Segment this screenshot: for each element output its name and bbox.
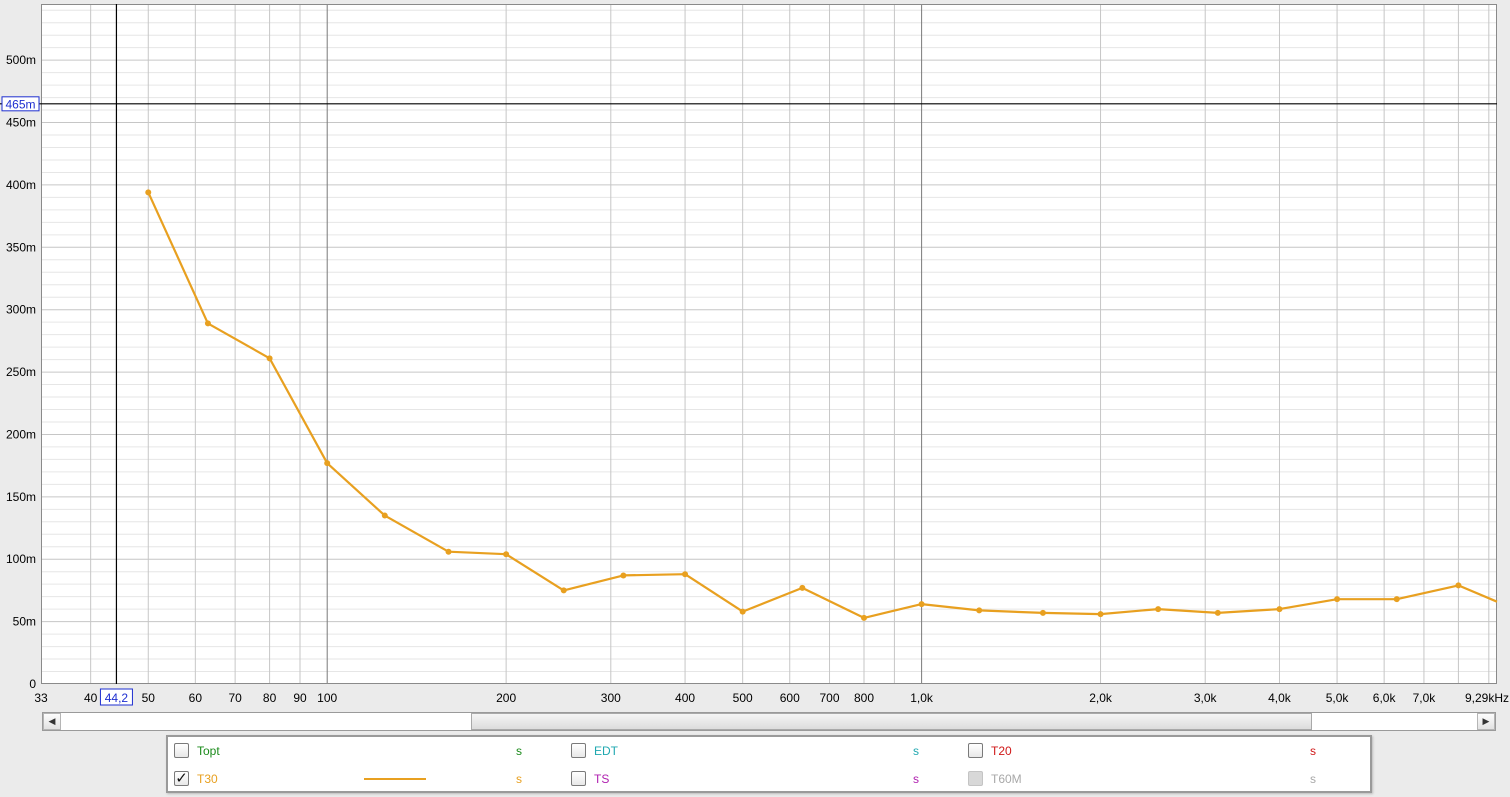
y-tick-label: 200m bbox=[6, 427, 36, 441]
plot-area bbox=[41, 4, 1497, 684]
legend-unit-edt: s bbox=[913, 744, 919, 758]
data-point-t30 bbox=[1097, 611, 1104, 618]
checkbox-t20[interactable] bbox=[968, 743, 983, 758]
x-tick-label: 100 bbox=[317, 691, 337, 705]
legend-item-t20[interactable]: T20 s bbox=[968, 741, 1348, 761]
legend-line-t30 bbox=[364, 778, 426, 780]
data-point-t30 bbox=[918, 601, 925, 608]
x-tick-label: 50 bbox=[142, 691, 156, 705]
legend-label-t30: T30 bbox=[197, 772, 218, 786]
data-point-t30 bbox=[1214, 609, 1221, 616]
legend-item-ts[interactable]: TS s bbox=[571, 769, 951, 789]
scroll-right-button[interactable]: ▶ bbox=[1477, 713, 1495, 730]
cursor-x-readout: 44,2 bbox=[105, 691, 129, 705]
x-tick-label: 7,0k bbox=[1413, 691, 1437, 705]
scroll-left-button[interactable]: ◀ bbox=[43, 713, 61, 730]
legend-unit-topt: s bbox=[516, 744, 522, 758]
y-tick-label: 300m bbox=[6, 303, 36, 317]
x-tick-label: 3,0k bbox=[1194, 691, 1218, 705]
data-point-t30 bbox=[1039, 609, 1046, 616]
data-point-t30 bbox=[1276, 606, 1283, 613]
data-point-t30 bbox=[861, 614, 868, 621]
legend-item-topt[interactable]: Topt s bbox=[174, 741, 554, 761]
reverb-time-chart[interactable]: 0 50m 100m 150m 200m 250m 300m 350m 400m 450m 500m… bbox=[0, 0, 1510, 710]
y-tick-label: 250m bbox=[6, 365, 36, 379]
legend-item-edt[interactable]: EDT s bbox=[571, 741, 951, 761]
legend-unit-t60m: s bbox=[1310, 772, 1316, 786]
x-tick-label: 6,0k bbox=[1373, 691, 1397, 705]
legend-panel: Topt s EDT s T20 s ✓ T30 s TS s T60M s bbox=[166, 735, 1372, 793]
x-tick-label: 800 bbox=[854, 691, 874, 705]
y-tick-label: 500m bbox=[6, 53, 36, 67]
x-tick-label: 400 bbox=[675, 691, 695, 705]
x-tick-label: 500 bbox=[733, 691, 753, 705]
x-tick-label: 70 bbox=[228, 691, 242, 705]
legend-label-t20: T20 bbox=[991, 744, 1012, 758]
x-tick-label: 300 bbox=[601, 691, 621, 705]
data-point-t30 bbox=[560, 587, 567, 594]
y-tick-label: 400m bbox=[6, 178, 36, 192]
data-point-t30 bbox=[324, 460, 331, 467]
checkbox-t60m bbox=[968, 771, 983, 786]
legend-label-edt: EDT bbox=[594, 744, 618, 758]
data-point-t30 bbox=[503, 551, 510, 558]
checkbox-edt[interactable] bbox=[571, 743, 586, 758]
y-tick-label: 450m bbox=[6, 116, 36, 130]
y-tick-label: 0 bbox=[29, 677, 36, 691]
data-point-t30 bbox=[1393, 596, 1400, 603]
y-tick-label: 350m bbox=[6, 240, 36, 254]
legend-unit-ts: s bbox=[913, 772, 919, 786]
x-tick-label: 80 bbox=[263, 691, 277, 705]
data-point-t30 bbox=[739, 608, 746, 615]
x-tick-label: 9,29kHz bbox=[1465, 691, 1509, 705]
x-tick-label: 90 bbox=[293, 691, 307, 705]
legend-label-ts: TS bbox=[594, 772, 610, 786]
data-point-t30 bbox=[145, 189, 152, 196]
x-tick-label: 600 bbox=[780, 691, 800, 705]
checkbox-topt[interactable] bbox=[174, 743, 189, 758]
data-point-t30 bbox=[204, 320, 211, 327]
legend-unit-t30: s bbox=[516, 772, 522, 786]
x-tick-label: 4,0k bbox=[1268, 691, 1292, 705]
legend-item-t30[interactable]: ✓ T30 s bbox=[174, 769, 554, 789]
data-point-t30 bbox=[1455, 582, 1462, 589]
grid bbox=[41, 4, 1497, 684]
arrow-right-icon: ▶ bbox=[1482, 716, 1490, 726]
data-point-t30 bbox=[799, 584, 806, 591]
checkbox-t30[interactable]: ✓ bbox=[174, 771, 189, 786]
data-point-t30 bbox=[620, 572, 627, 579]
legend-label-topt: Topt bbox=[197, 744, 220, 758]
data-point-t30 bbox=[976, 607, 983, 614]
data-point-t30 bbox=[381, 512, 388, 519]
x-tick-label: 5,0k bbox=[1326, 691, 1350, 705]
data-point-t30 bbox=[1334, 596, 1341, 603]
scrollbar-thumb[interactable] bbox=[471, 713, 1312, 730]
y-tick-label: 100m bbox=[6, 552, 36, 566]
legend-label-t60m: T60M bbox=[991, 772, 1022, 786]
arrow-left-icon: ◀ bbox=[48, 716, 56, 726]
data-point-t30 bbox=[266, 355, 273, 362]
checkbox-ts[interactable] bbox=[571, 771, 586, 786]
horizontal-scrollbar[interactable]: ◀ ▶ bbox=[42, 712, 1496, 731]
data-point-t30 bbox=[445, 548, 452, 555]
x-tick-label: 700 bbox=[820, 691, 840, 705]
data-point-t30 bbox=[682, 571, 689, 578]
x-tick-label: 2,0k bbox=[1089, 691, 1113, 705]
legend-item-t60m: T60M s bbox=[968, 769, 1348, 789]
x-tick-label: 33 bbox=[34, 691, 48, 705]
y-tick-label: 50m bbox=[13, 615, 36, 629]
y-tick-label: 150m bbox=[6, 490, 36, 504]
x-axis-ticks: 33 40 50 60 70 80 90 100 200 300 400 500 600 700 800 1,… bbox=[34, 691, 1509, 705]
y-axis-ticks: 0 50m 100m 150m 200m 250m 300m 350m 400m 450m 500m bbox=[6, 53, 36, 691]
data-point-t30 bbox=[1155, 606, 1162, 613]
x-tick-label: 40 bbox=[84, 691, 98, 705]
x-tick-label: 60 bbox=[189, 691, 203, 705]
x-tick-label: 200 bbox=[496, 691, 516, 705]
cursor-y-readout: 465m bbox=[5, 97, 35, 111]
x-tick-label: 1,0k bbox=[910, 691, 934, 705]
legend-unit-t20: s bbox=[1310, 744, 1316, 758]
